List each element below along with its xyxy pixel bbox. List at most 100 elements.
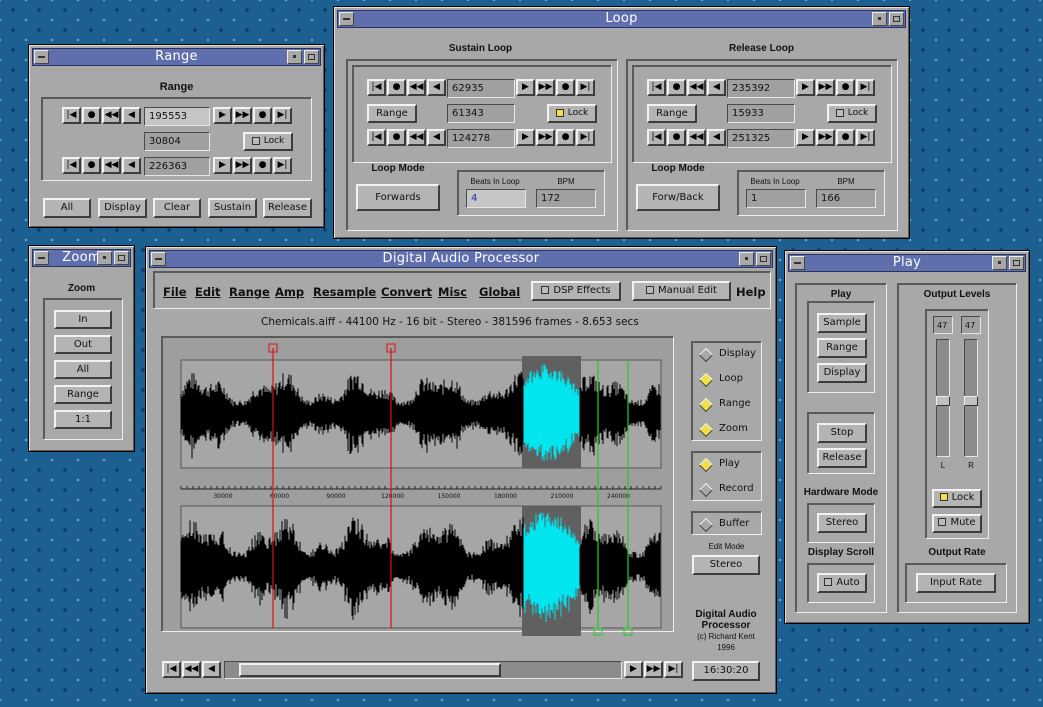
- goto-end-icon[interactable]: ▶|: [576, 129, 595, 146]
- record-icon[interactable]: ●: [556, 129, 575, 146]
- menu-range[interactable]: Range: [229, 285, 270, 299]
- release-lock-toggle[interactable]: Lock: [827, 104, 877, 123]
- zoom-range-button[interactable]: Range: [54, 385, 112, 404]
- edit-mode-button[interactable]: Stereo: [692, 555, 760, 575]
- rewind-icon[interactable]: ◀◀: [687, 129, 706, 146]
- menu-global[interactable]: Global: [479, 285, 520, 299]
- range-clear-button[interactable]: Clear: [153, 198, 201, 218]
- step-forward-icon[interactable]: ▶: [796, 79, 815, 96]
- maximize-icon[interactable]: [1009, 256, 1024, 270]
- release-button[interactable]: Release: [817, 448, 867, 468]
- input-rate-button[interactable]: Input Rate: [916, 573, 996, 593]
- range-start-field[interactable]: 195553: [144, 107, 210, 126]
- record-icon[interactable]: ●: [387, 79, 406, 96]
- loop-marker-handle[interactable]: [623, 627, 633, 636]
- maximize-icon[interactable]: [114, 251, 129, 265]
- range-sustain-button[interactable]: Sustain: [208, 198, 257, 218]
- zoom-in-button[interactable]: In: [54, 310, 112, 329]
- play-range-button[interactable]: Range: [817, 338, 867, 358]
- rewind-icon[interactable]: ◀◀: [102, 157, 121, 174]
- loop-titlebar[interactable]: Loop: [337, 10, 906, 28]
- maximize-icon[interactable]: [889, 12, 904, 26]
- minimize-icon[interactable]: [739, 252, 754, 266]
- menu-amp[interactable]: Amp: [275, 285, 304, 299]
- release-start-field[interactable]: 235392: [727, 79, 795, 98]
- window-menu-icon[interactable]: [34, 50, 49, 64]
- record-icon[interactable]: ●: [82, 107, 101, 124]
- goto-end-icon[interactable]: ▶|: [664, 661, 683, 678]
- goto-start-icon[interactable]: |◀: [367, 129, 386, 146]
- release-length-field[interactable]: 15933: [727, 104, 795, 123]
- zoom-out-button[interactable]: Out: [54, 335, 112, 354]
- rewind-icon[interactable]: ◀◀: [687, 79, 706, 96]
- fast-forward-icon[interactable]: ▶▶: [816, 79, 835, 96]
- waveform-display[interactable]: 30000 60000 90000 120000 150000 180000 210000 2…: [161, 336, 681, 636]
- record-icon[interactable]: ●: [387, 129, 406, 146]
- play-display-button[interactable]: Display: [817, 363, 867, 383]
- step-back-icon[interactable]: ◀: [202, 661, 221, 678]
- step-forward-icon[interactable]: ▶: [516, 129, 535, 146]
- sustain-loop-mode-button[interactable]: Forwards: [356, 184, 440, 211]
- release-range-button[interactable]: Range: [647, 104, 697, 123]
- range-display-button[interactable]: Display: [98, 198, 147, 218]
- maximize-icon[interactable]: [756, 252, 771, 266]
- goto-end-icon[interactable]: ▶|: [273, 107, 292, 124]
- step-forward-icon[interactable]: ▶: [624, 661, 643, 678]
- mode-play-option[interactable]: Play: [698, 457, 758, 473]
- left-slider-knob[interactable]: [936, 396, 950, 406]
- step-back-icon[interactable]: ◀: [122, 107, 141, 124]
- stop-button[interactable]: Stop: [817, 423, 867, 443]
- step-back-icon[interactable]: ◀: [707, 79, 726, 96]
- release-loop-mode-button[interactable]: Forw/Back: [636, 184, 720, 211]
- range-length-field[interactable]: 30804: [144, 132, 210, 151]
- left-level-slider[interactable]: [936, 339, 950, 457]
- menu-misc[interactable]: Misc: [438, 285, 467, 299]
- dsp-effects-toggle[interactable]: DSP Effects: [531, 281, 621, 301]
- range-lock-toggle[interactable]: Lock: [243, 132, 293, 151]
- minimize-icon[interactable]: [992, 256, 1007, 270]
- sustain-lock-toggle[interactable]: Lock: [547, 104, 597, 123]
- rewind-icon[interactable]: ◀◀: [407, 129, 426, 146]
- zoom-titlebar[interactable]: Zoom: [32, 249, 131, 267]
- step-forward-icon[interactable]: ▶: [796, 129, 815, 146]
- range-end-field[interactable]: 226363: [144, 157, 210, 176]
- goto-start-icon[interactable]: |◀: [647, 129, 666, 146]
- release-end-field[interactable]: 251325: [727, 129, 795, 148]
- range-release-button[interactable]: Release: [263, 198, 312, 218]
- rewind-icon[interactable]: ◀◀: [407, 79, 426, 96]
- menu-file[interactable]: File: [163, 285, 187, 299]
- sustain-beats-field[interactable]: 4: [466, 189, 526, 208]
- goto-start-icon[interactable]: |◀: [367, 79, 386, 96]
- view-display-option[interactable]: Display: [698, 347, 758, 363]
- record-icon[interactable]: ●: [82, 157, 101, 174]
- record-icon[interactable]: ●: [667, 79, 686, 96]
- step-back-icon[interactable]: ◀: [707, 129, 726, 146]
- step-back-icon[interactable]: ◀: [427, 129, 446, 146]
- menu-convert[interactable]: Convert: [381, 285, 432, 299]
- step-back-icon[interactable]: ◀: [427, 79, 446, 96]
- maximize-icon[interactable]: [304, 50, 319, 64]
- record-icon[interactable]: ●: [836, 129, 855, 146]
- menu-edit[interactable]: Edit: [195, 285, 221, 299]
- fast-forward-icon[interactable]: ▶▶: [233, 107, 252, 124]
- goto-end-icon[interactable]: ▶|: [856, 129, 875, 146]
- minimize-icon[interactable]: [287, 50, 302, 64]
- right-level-slider[interactable]: [964, 339, 978, 457]
- range-all-button[interactable]: All: [43, 198, 91, 218]
- goto-start-icon[interactable]: |◀: [62, 157, 81, 174]
- menu-resample[interactable]: Resample: [313, 285, 376, 299]
- right-slider-knob[interactable]: [964, 396, 978, 406]
- sustain-bpm-field[interactable]: 172: [536, 189, 596, 208]
- rewind-icon[interactable]: ◀◀: [102, 107, 121, 124]
- rewind-icon[interactable]: ◀◀: [182, 661, 201, 678]
- view-zoom-option[interactable]: Zoom: [698, 422, 758, 438]
- mute-toggle[interactable]: Mute: [932, 514, 982, 533]
- step-back-icon[interactable]: ◀: [122, 157, 141, 174]
- step-forward-icon[interactable]: ▶: [516, 79, 535, 96]
- window-menu-icon[interactable]: [151, 252, 166, 266]
- goto-end-icon[interactable]: ▶|: [856, 79, 875, 96]
- sustain-start-field[interactable]: 62935: [447, 79, 515, 98]
- view-loop-option[interactable]: Loop: [698, 372, 758, 388]
- sustain-range-button[interactable]: Range: [367, 104, 417, 123]
- goto-start-icon[interactable]: |◀: [162, 661, 181, 678]
